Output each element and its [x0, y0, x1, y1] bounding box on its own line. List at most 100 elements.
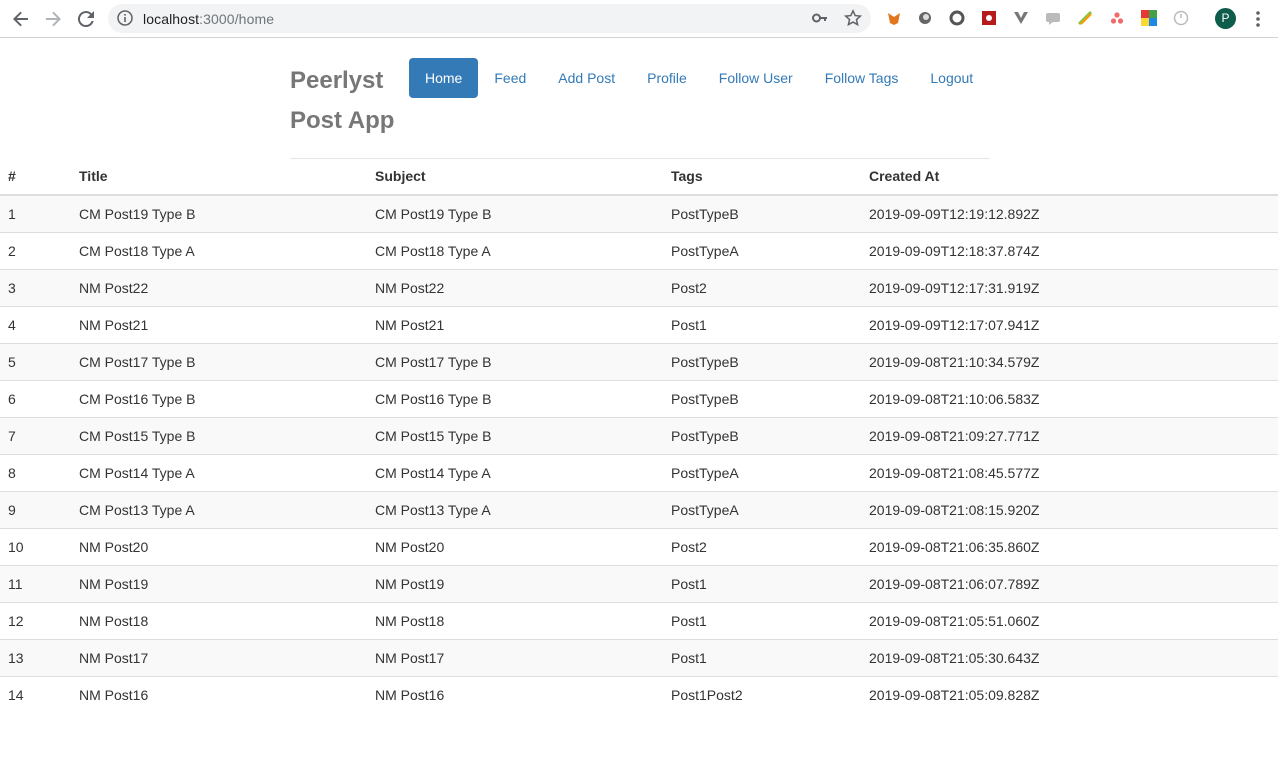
cell-tags: Post1 — [663, 639, 861, 677]
cell-created-at: 2019-09-08T21:06:35.860Z — [861, 528, 1278, 566]
cell-created-at: 2019-09-08T21:06:07.789Z — [861, 565, 1278, 603]
column-header-tags: Tags — [663, 158, 861, 196]
cell-title: CM Post18 Type A — [71, 232, 367, 270]
dots-extension-icon[interactable] — [1109, 10, 1125, 26]
cell-number: 4 — [0, 306, 71, 344]
cell-subject: NM Post17 — [367, 639, 663, 677]
cell-tags: Post1Post2 — [663, 676, 861, 713]
header-divider — [290, 158, 990, 159]
table-row: 2 CM Post18 Type A CM Post18 Type A PostTyp… — [0, 232, 1278, 270]
cell-subject: CM Post13 Type A — [367, 491, 663, 529]
kebab-menu-icon[interactable] — [1250, 9, 1266, 34]
timer-extension-icon[interactable] — [1173, 10, 1189, 26]
v-extension-icon[interactable] — [1013, 10, 1029, 26]
app-header: Peerlyst Post App Home Feed Add Post Pro… — [0, 38, 1278, 159]
cell-title: NM Post21 — [71, 306, 367, 344]
cell-created-at: 2019-09-09T12:18:37.874Z — [861, 232, 1278, 270]
cell-subject: CM Post14 Type A — [367, 454, 663, 492]
table-row: 7 CM Post15 Type B CM Post15 Type B PostTyp… — [0, 417, 1278, 455]
brush-extension-icon[interactable] — [1077, 10, 1093, 26]
cell-tags: Post2 — [663, 269, 861, 307]
red-extension-icon[interactable] — [981, 10, 997, 26]
cell-title: CM Post19 Type B — [71, 194, 367, 233]
cell-number: 13 — [0, 639, 71, 677]
table-row: 12 NM Post18 NM Post18 Post1 2019-09-08T21:0… — [0, 602, 1278, 640]
cell-created-at: 2019-09-09T12:19:12.892Z — [861, 194, 1278, 233]
circle-extension-icon[interactable] — [917, 10, 933, 26]
column-header-title: Title — [71, 158, 367, 196]
browser-toolbar: localhost:3000/home P — [0, 0, 1278, 38]
refresh-extension-icon[interactable] — [949, 10, 965, 26]
cell-created-at: 2019-09-08T21:09:27.771Z — [861, 417, 1278, 455]
cell-created-at: 2019-09-08T21:08:45.577Z — [861, 454, 1278, 492]
nav-feed[interactable]: Feed — [478, 58, 542, 98]
reload-icon[interactable] — [76, 9, 96, 29]
nav-follow-user[interactable]: Follow User — [703, 58, 809, 98]
column-header-number: # — [0, 158, 71, 196]
cell-number: 3 — [0, 269, 71, 307]
cell-number: 9 — [0, 491, 71, 529]
cell-subject: CM Post19 Type B — [367, 194, 663, 233]
table-row: 14 NM Post16 NM Post16 Post1Post2 2019-09-08… — [0, 676, 1278, 713]
key-icon[interactable] — [812, 11, 828, 30]
cell-title: CM Post15 Type B — [71, 417, 367, 455]
cell-subject: CM Post18 Type A — [367, 232, 663, 270]
cell-subject: CM Post15 Type B — [367, 417, 663, 455]
column-header-subject: Subject — [367, 158, 663, 196]
url-text: localhost:3000/home — [143, 11, 274, 27]
table-row: 4 NM Post21 NM Post21 Post1 2019-09-09T12:17… — [0, 306, 1278, 344]
cell-tags: PostTypeA — [663, 232, 861, 270]
cell-created-at: 2019-09-08T21:10:34.579Z — [861, 343, 1278, 381]
cell-subject: CM Post16 Type B — [367, 380, 663, 418]
cell-number: 14 — [0, 676, 71, 713]
cell-created-at: 2019-09-09T12:17:31.919Z — [861, 269, 1278, 307]
cell-subject: NM Post18 — [367, 602, 663, 640]
table-row: 5 CM Post17 Type B CM Post17 Type B PostTyp… — [0, 343, 1278, 381]
table-body: 1 CM Post19 Type B CM Post19 Type B PostTyp… — [0, 194, 1278, 713]
profile-avatar[interactable]: P — [1215, 8, 1236, 29]
star-icon[interactable] — [843, 9, 863, 32]
nav-profile[interactable]: Profile — [631, 58, 703, 98]
cell-number: 11 — [0, 565, 71, 603]
cell-subject: NM Post21 — [367, 306, 663, 344]
cell-title: CM Post13 Type A — [71, 491, 367, 529]
cell-tags: Post1 — [663, 565, 861, 603]
cell-tags: PostTypeA — [663, 491, 861, 529]
cell-tags: Post2 — [663, 528, 861, 566]
cell-tags: PostTypeA — [663, 454, 861, 492]
cell-title: CM Post16 Type B — [71, 380, 367, 418]
cell-title: CM Post17 Type B — [71, 343, 367, 381]
fox-extension-icon[interactable] — [886, 10, 902, 26]
cell-title: NM Post22 — [71, 269, 367, 307]
table-header-row: # Title Subject Tags Created At — [0, 158, 1278, 196]
info-icon[interactable] — [117, 10, 133, 31]
back-arrow-icon[interactable] — [11, 9, 31, 29]
cell-created-at: 2019-09-08T21:05:09.828Z — [861, 676, 1278, 713]
nav-follow-tags[interactable]: Follow Tags — [809, 58, 915, 98]
brand-title[interactable]: Peerlyst Post App — [290, 61, 400, 141]
nav-home[interactable]: Home — [409, 58, 479, 98]
table-row: 3 NM Post22 NM Post22 Post2 2019-09-09T12:17… — [0, 269, 1278, 307]
nav-add-post[interactable]: Add Post — [542, 58, 631, 98]
posts-table: # Title Subject Tags Created At 1 CM Post… — [0, 158, 1278, 713]
forward-arrow-icon[interactable] — [43, 9, 63, 29]
cell-subject: NM Post19 — [367, 565, 663, 603]
table-row: 9 CM Post13 Type A CM Post13 Type A PostTyp… — [0, 491, 1278, 529]
cell-created-at: 2019-09-08T21:08:15.920Z — [861, 491, 1278, 529]
chat-extension-icon[interactable] — [1045, 10, 1061, 26]
column-header-created-at: Created At — [861, 158, 1278, 196]
address-bar[interactable]: localhost:3000/home — [108, 4, 871, 33]
cell-subject: CM Post17 Type B — [367, 343, 663, 381]
nav-logout[interactable]: Logout — [914, 58, 989, 98]
cell-number: 6 — [0, 380, 71, 418]
grid-extension-icon[interactable] — [1141, 10, 1157, 26]
cell-number: 8 — [0, 454, 71, 492]
cell-created-at: 2019-09-08T21:05:30.643Z — [861, 639, 1278, 677]
cell-title: NM Post20 — [71, 528, 367, 566]
cell-number: 7 — [0, 417, 71, 455]
table-row: 13 NM Post17 NM Post17 Post1 2019-09-08T21:0… — [0, 639, 1278, 677]
cell-title: NM Post19 — [71, 565, 367, 603]
cell-number: 5 — [0, 343, 71, 381]
table-row: 1 CM Post19 Type B CM Post19 Type B PostTyp… — [0, 194, 1278, 233]
table-row: 6 CM Post16 Type B CM Post16 Type B PostTyp… — [0, 380, 1278, 418]
